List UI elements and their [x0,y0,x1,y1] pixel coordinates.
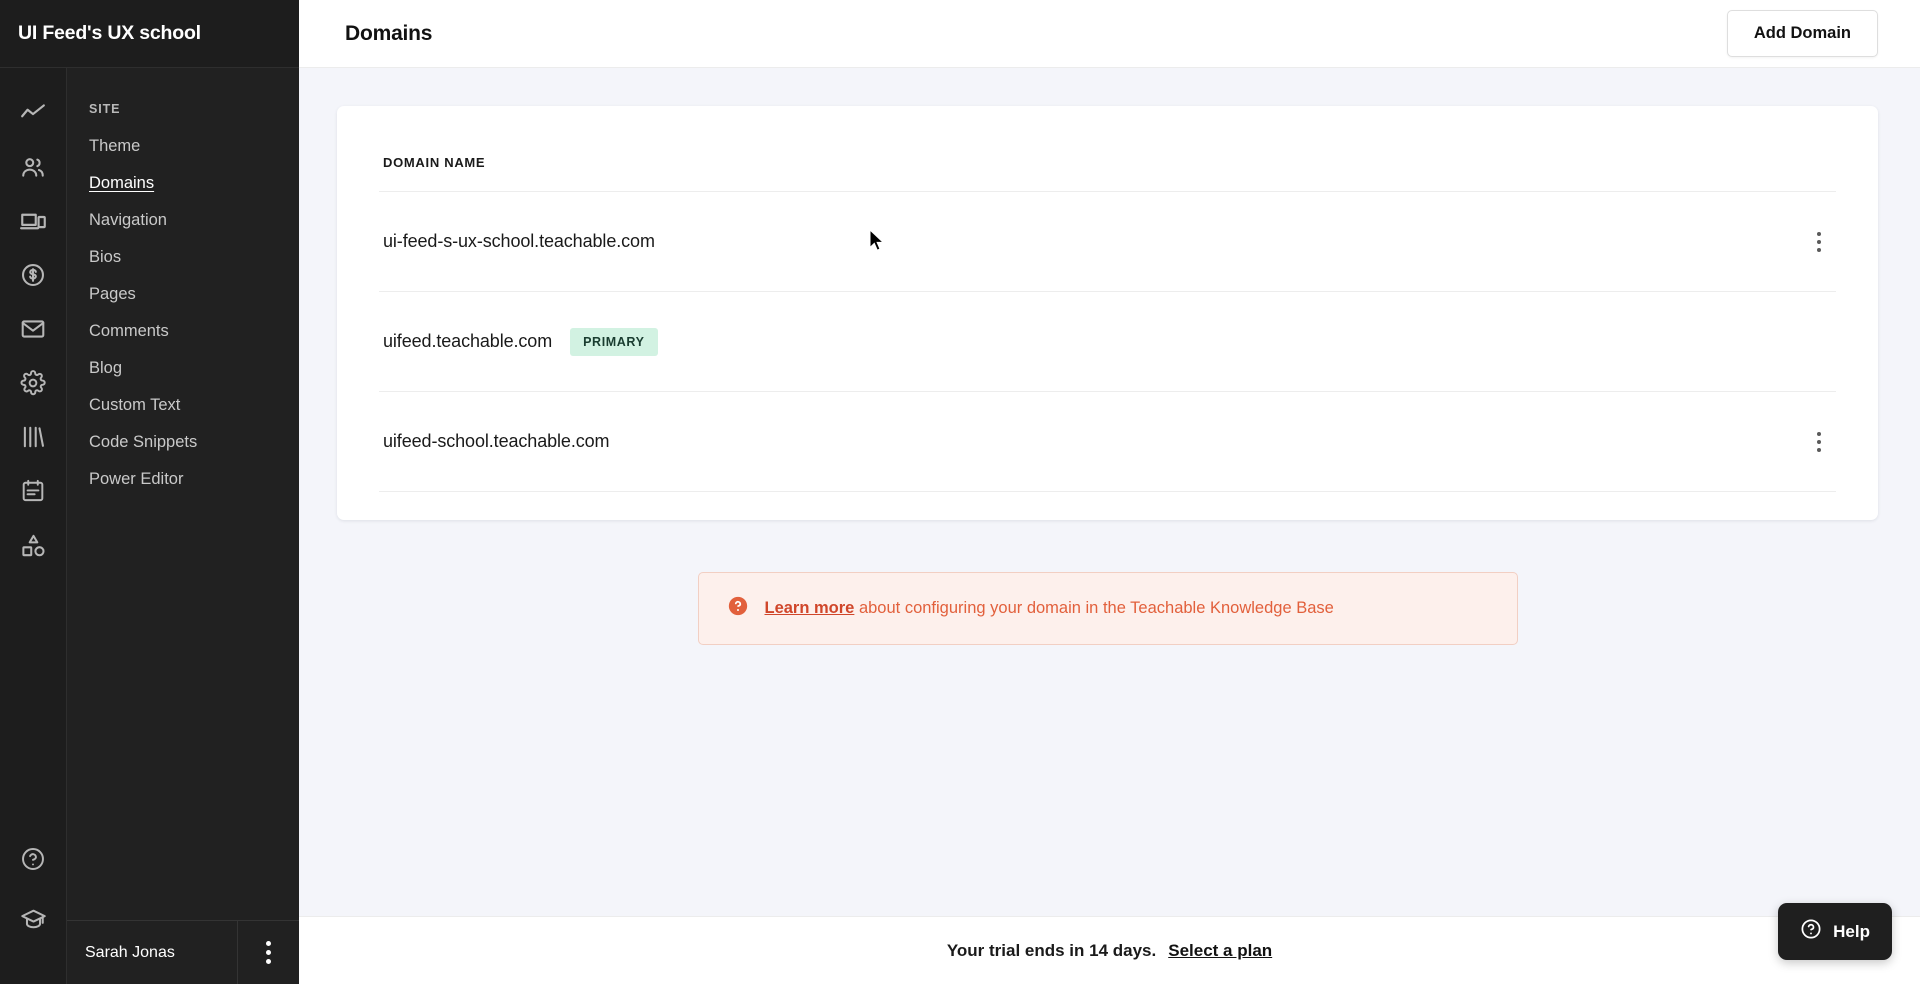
alert-text: Learn more about configuring your domain… [765,598,1334,619]
sidebar-item-comments[interactable]: Comments [67,313,299,350]
sidebar-item-theme[interactable]: Theme [67,128,299,165]
domain-cell: uifeed.teachable.com PRIMARY [379,327,658,356]
help-label: Help [1833,921,1870,941]
sidebar-user-footer: Sarah Jonas [67,920,299,984]
kebab-vertical-icon [1817,231,1821,252]
app-root: SITE Theme Domains Navigation Bios Pages… [0,0,1920,984]
learn-more-link[interactable]: Learn more [765,599,855,617]
question-circle-icon [1800,918,1822,945]
trial-message: Your trial ends in 14 days. [946,940,1157,960]
alert-wrapper: Learn more about configuring your domain… [337,572,1878,645]
help-circle-icon[interactable] [10,836,56,882]
sidebar-item-bios[interactable]: Bios [67,239,299,276]
add-domain-button[interactable]: Add Domain [1726,10,1878,57]
dollar-circle-icon[interactable] [10,252,56,298]
sidebar-item-domains[interactable]: Domains [67,165,299,202]
kebab-vertical-icon [266,941,271,964]
domain-name: uifeed-school.teachable.com [383,431,610,451]
school-title: UI Feed's UX school [18,22,201,44]
domain-cell: ui-feed-s-ux-school.teachable.com [379,231,655,252]
sidebar-item-list: Theme Domains Navigation Bios Pages Comm… [67,116,299,498]
sidebar-item-power-editor[interactable]: Power Editor [67,461,299,498]
brand-header: UI Feed's UX school [0,0,299,68]
sidebar-nav: SITE Theme Domains Navigation Bios Pages… [67,0,299,920]
clipboard-notes-icon[interactable] [10,468,56,514]
settings-gear-icon[interactable] [10,360,56,406]
sidebar-item-custom-text[interactable]: Custom Text [67,387,299,424]
status-badge-primary: PRIMARY [570,327,658,356]
sidebar-item-navigation[interactable]: Navigation [67,202,299,239]
rail-bottom-icons [10,836,56,984]
top-bar: Domains Add Domain [299,0,1920,68]
shapes-icon[interactable] [10,522,56,568]
alert-rest-text: about configuring your domain in the Tea… [854,598,1334,617]
question-circle-icon [727,595,749,622]
main-area: Domains Add Domain DOMAIN NAME ui-feed-s… [299,0,1920,984]
kebab-vertical-icon [1817,431,1821,452]
icon-rail [0,0,67,984]
row-menu-button[interactable] [1802,422,1836,462]
email-envelope-icon[interactable] [10,306,56,352]
library-books-icon[interactable] [10,414,56,460]
graduation-cap-icon[interactable] [10,896,56,942]
rail-icon-list [10,68,56,576]
sidebar-item-code-snippets[interactable]: Code Snippets [67,424,299,461]
sidebar: SITE Theme Domains Navigation Bios Pages… [67,0,299,984]
user-name: Sarah Jonas [85,943,175,961]
content-area: DOMAIN NAME ui-feed-s-ux-school.teachabl… [299,68,1920,984]
row-menu-button [1802,322,1836,362]
domain-name: uifeed.teachable.com [383,331,553,351]
domain-name: ui-feed-s-ux-school.teachable.com [383,231,655,251]
select-a-plan-link[interactable]: Select a plan [1168,941,1272,961]
users-icon[interactable] [10,144,56,190]
table-header-domain-name: DOMAIN NAME [379,106,1836,192]
page-title: Domains [345,21,433,45]
sidebar-item-blog[interactable]: Blog [67,350,299,387]
help-button[interactable]: Help [1778,903,1892,960]
table-row[interactable]: uifeed-school.teachable.com [379,392,1836,492]
analytics-line-chart-icon[interactable] [10,90,56,136]
trial-bar: Your trial ends in 14 days. Select a pla… [299,916,1920,984]
domains-card: DOMAIN NAME ui-feed-s-ux-school.teachabl… [337,106,1878,520]
table-row[interactable]: uifeed.teachable.com PRIMARY [379,292,1836,392]
info-alert: Learn more about configuring your domain… [697,572,1518,645]
table-row[interactable]: ui-feed-s-ux-school.teachable.com [379,192,1836,292]
sidebar-item-pages[interactable]: Pages [67,276,299,313]
card-bottom-padding [379,492,1836,520]
site-devices-icon[interactable] [10,198,56,244]
domain-cell: uifeed-school.teachable.com [379,431,610,452]
sidebar-section-title: SITE [89,102,121,116]
user-menu-button[interactable] [237,921,299,984]
row-menu-button[interactable] [1802,222,1836,262]
